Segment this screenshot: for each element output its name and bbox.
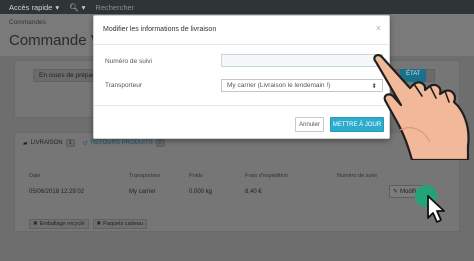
tab-count: 1 <box>65 139 75 147</box>
tracking-number-input[interactable] <box>221 54 383 67</box>
quick-access-menu[interactable]: Accès rapide ▾ <box>9 3 59 12</box>
breadcrumb[interactable]: Commandes <box>9 19 46 26</box>
modal-header: Modifier les informations de livraison × <box>94 16 389 45</box>
tracking-number-label: Numéro de suivi <box>105 58 152 65</box>
cell-weight: 0.000 kg <box>189 189 213 195</box>
search-input[interactable]: Rechercher <box>95 3 134 12</box>
caret-down-icon: ▾ <box>81 2 86 12</box>
table-header: Date Transporteur Poids Frais d'expéditi… <box>29 173 459 179</box>
search-menu[interactable]: 🔍︎ ▾ <box>69 3 85 12</box>
caret-down-icon: ▾ <box>55 2 60 12</box>
cell-date: 05/06/2018 12:29:02 <box>29 189 85 195</box>
tab-label: RETOURS PRODUITS <box>90 140 153 146</box>
check-label: Paquets cadeau <box>103 221 143 227</box>
return-icon: ↺ <box>82 140 88 147</box>
modal-divider <box>94 105 389 106</box>
tab-label: LIVRAISON <box>30 140 63 146</box>
edit-shipping-modal: Modifier les informations de livraison ×… <box>93 15 390 139</box>
times-icon: ✖ <box>96 221 102 227</box>
carrier-selected-value: My carrier (Livraison le lendemain !) <box>227 82 331 89</box>
column-header: Date <box>29 173 41 179</box>
close-icon[interactable]: × <box>376 23 381 33</box>
carrier-select[interactable]: My carrier (Livraison le lendemain !) ⬍ <box>221 79 383 92</box>
column-header: Transporteur <box>129 173 161 179</box>
tab-count: 0 <box>155 139 165 147</box>
gift-wrap-check: ✖ Paquets cadeau <box>92 219 147 229</box>
column-header: Frais d'expédition <box>245 173 288 179</box>
recycled-packaging-check: ✖ Emballage recyclé <box>29 219 89 229</box>
page-title: Commande V <box>9 32 101 49</box>
mouse-cursor-icon <box>415 185 445 223</box>
quick-access-label: Accès rapide <box>9 2 53 12</box>
column-header: Numéro de suivi <box>337 173 377 179</box>
modal-title: Modifier les informations de livraison <box>103 26 217 33</box>
truck-icon: ▰ <box>23 140 28 147</box>
check-label: Emballage recyclé <box>39 221 85 227</box>
cell-carrier: My carrier <box>129 189 156 195</box>
times-icon: ✖ <box>33 221 38 227</box>
pointing-hand-icon <box>373 54 470 160</box>
cell-cost: 8,40 € <box>245 189 262 195</box>
carrier-label: Transporteur <box>105 82 142 89</box>
top-bar: Accès rapide ▾ 🔍︎ ▾ Rechercher <box>0 0 474 14</box>
column-header: Poids <box>189 173 203 179</box>
search-icon: 🔍︎ <box>69 2 79 12</box>
cancel-button[interactable]: Annuler <box>295 117 324 132</box>
pencil-icon: ✎ <box>393 189 399 195</box>
tab-returns[interactable]: ↺ RETOURS PRODUITS 0 <box>83 139 165 147</box>
tab-shipping[interactable]: ▰ LIVRAISON 1 <box>23 139 75 147</box>
